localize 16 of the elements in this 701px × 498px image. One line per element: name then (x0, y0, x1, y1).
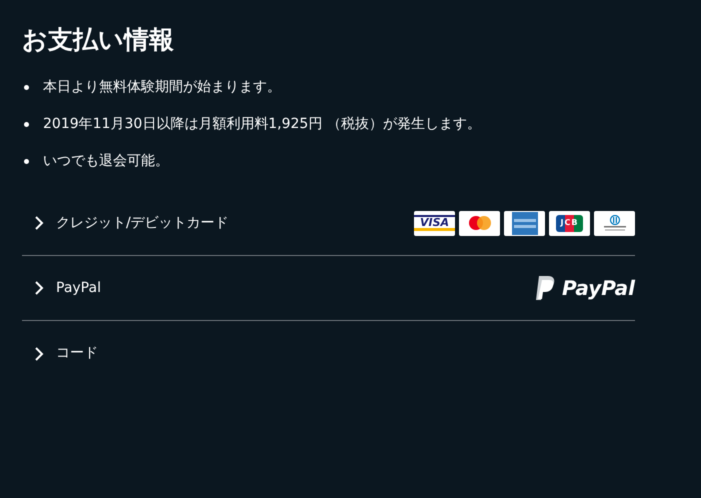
info-text: いつでも退会可能。 (43, 152, 169, 171)
page-title: お支払い情報 (22, 24, 175, 56)
payment-method-toggle[interactable]: クレジット/デビットカード (22, 208, 237, 238)
info-text: 2019年11月30日以降は月額利用料1,925円 （税抜）が発生します。 (43, 115, 481, 134)
payment-method-toggle[interactable]: コード (22, 338, 106, 368)
bullet-icon (24, 159, 29, 164)
mastercard-logo (459, 210, 500, 236)
payment-method-toggle[interactable]: PayPal (22, 273, 109, 303)
paypal-wordmark: PayPal (562, 275, 635, 302)
paypal-mark-icon (534, 275, 556, 301)
info-text: 本日より無料体験期間が始まります。 (43, 78, 281, 97)
amex-card-logo (504, 210, 545, 236)
bullet-icon (24, 122, 29, 127)
diners-card-logo (594, 210, 635, 236)
bullet-icon (24, 85, 29, 90)
visa-card-logo: VISA (414, 210, 455, 236)
